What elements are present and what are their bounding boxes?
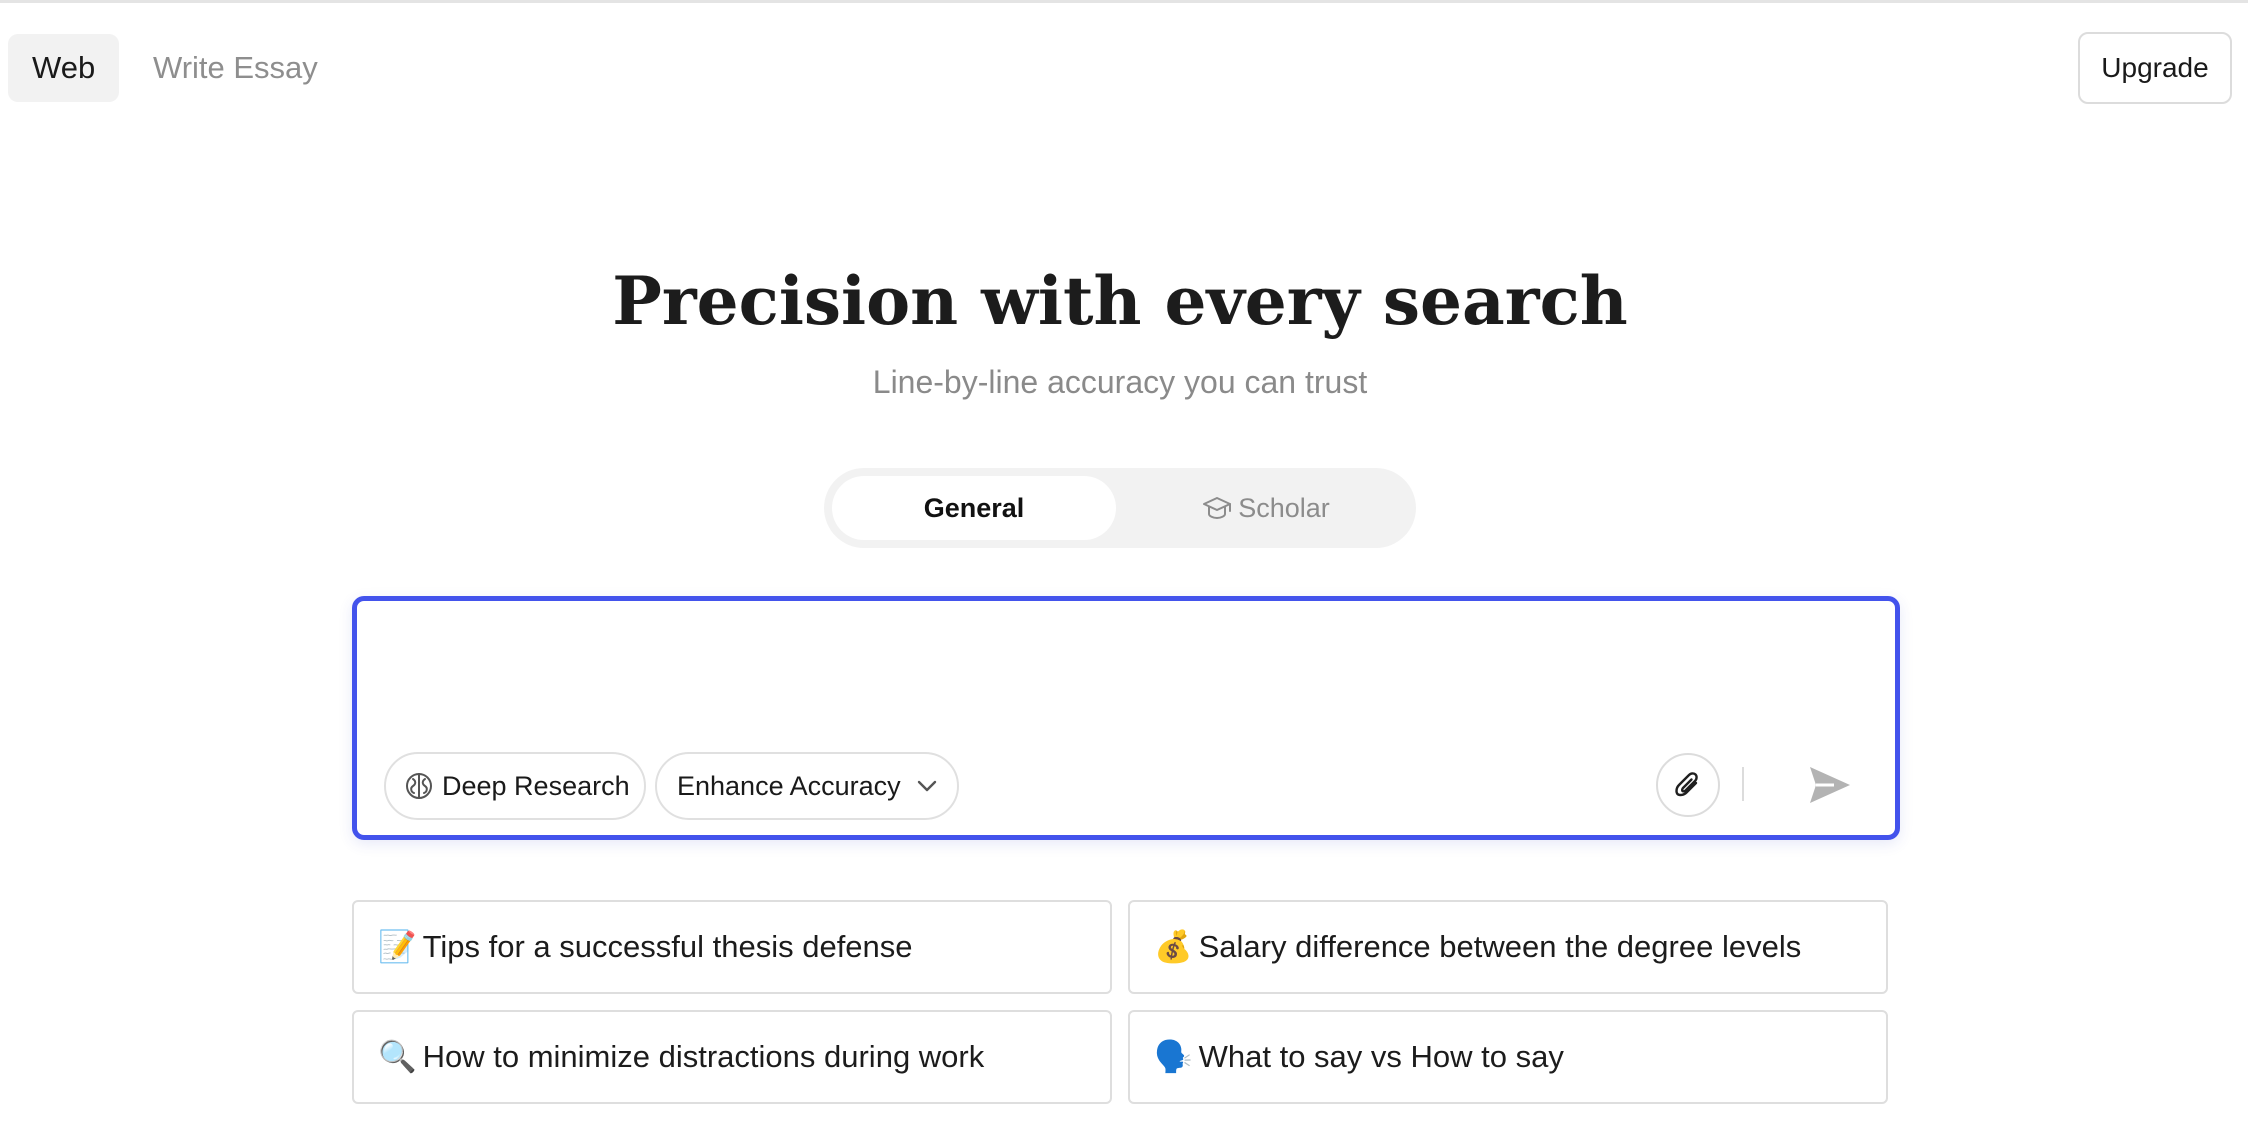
deep-research-button[interactable]: Deep Research — [384, 752, 646, 820]
graduation-cap-icon — [1202, 493, 1238, 523]
suggestion-text: Tips for a successful thesis defense — [422, 929, 913, 964]
attach-button[interactable] — [1656, 753, 1720, 817]
money-bag-icon: 💰 — [1154, 929, 1193, 965]
header: Web Write Essay Upgrade — [0, 0, 2248, 140]
enhance-accuracy-dropdown[interactable]: Enhance Accuracy — [655, 752, 959, 820]
tab-web[interactable]: Web — [8, 34, 120, 102]
deep-research-label: Deep Research — [442, 771, 630, 801]
send-icon — [1804, 767, 1856, 815]
mode-scholar-button[interactable]: Scholar — [1124, 476, 1408, 540]
page-title: Precision with every search — [612, 262, 1628, 340]
search-input[interactable] — [383, 625, 1863, 705]
suggestion-card[interactable]: 🗣️ What to say vs How to say — [1128, 1010, 1888, 1104]
speaking-head-icon: 🗣️ — [1154, 1039, 1193, 1075]
brain-icon — [404, 771, 442, 801]
mode-toggle: General Scholar — [824, 468, 1416, 548]
memo-icon: 📝 — [378, 929, 417, 965]
search-box: Deep Research Enhance Accuracy — [352, 596, 1900, 840]
send-button[interactable] — [1804, 759, 1856, 811]
suggestion-card[interactable]: 📝 Tips for a successful thesis defense — [352, 900, 1112, 994]
mode-scholar-label: Scholar — [1238, 493, 1330, 523]
mode-general-label: General — [923, 493, 1025, 523]
upgrade-button[interactable]: Upgrade — [2078, 32, 2232, 104]
suggestion-text: What to say vs How to say — [1198, 1039, 1564, 1074]
toolbar-divider — [1742, 767, 1744, 801]
enhance-accuracy-label: Enhance Accuracy — [677, 771, 901, 801]
suggestion-text: Salary difference between the degree lev… — [1198, 929, 1802, 964]
chevron-down-icon — [901, 771, 939, 801]
mode-general-button[interactable]: General — [832, 476, 1116, 540]
tab-write-essay[interactable]: Write Essay — [129, 34, 342, 102]
suggestion-card[interactable]: 💰 Salary difference between the degree le… — [1128, 900, 1888, 994]
page-subtitle: Line-by-line accuracy you can trust — [872, 364, 1368, 400]
suggestion-card[interactable]: 🔍 How to minimize distractions during wor… — [352, 1010, 1112, 1104]
suggestion-text: How to minimize distractions during work — [422, 1039, 985, 1074]
magnifying-glass-icon: 🔍 — [378, 1039, 417, 1075]
